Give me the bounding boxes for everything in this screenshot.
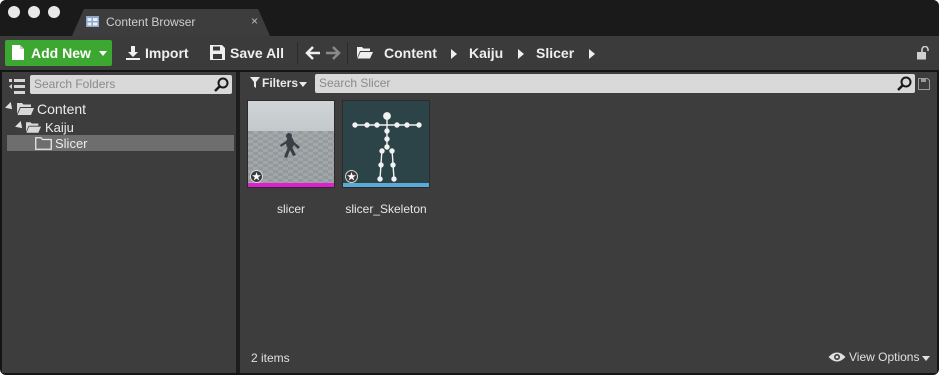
tree-item-slicer[interactable]: Slicer [35,136,135,152]
save-all-label: Save All [230,45,284,61]
save-search-icon[interactable] [918,78,930,90]
tab-label: Content Browser [106,15,196,29]
breadcrumb-item-slicer[interactable]: Slicer [536,45,574,61]
eye-icon [828,352,846,362]
folder-open-icon [357,47,373,59]
expand-arrow-icon[interactable] [15,121,25,131]
filter-icon [250,77,260,88]
search-icon [897,76,912,91]
close-window-button[interactable] [8,6,20,18]
tab-close-icon[interactable]: × [251,14,258,28]
breadcrumb-separator-icon[interactable] [518,49,524,59]
sources-list-icon[interactable] [9,79,25,94]
sources-panel: Search Folders Content Kaiju Slicer [2,72,236,373]
title-bar: Content Browser × [0,0,939,36]
toolbar-divider [347,42,348,64]
folder-open-icon [26,122,41,133]
toolbar: Add New Import Save All Content Kaiju Sl… [0,36,939,70]
breadcrumb-item-kaiju[interactable]: Kaiju [469,45,503,61]
content-browser-window: Content Browser × Add New Import Save Al… [0,0,939,375]
tree-label: Slicer [55,136,88,151]
filters-button[interactable]: Filters [250,76,308,90]
add-new-button[interactable]: Add New [5,40,112,66]
asset-thumbnail [247,100,335,188]
asset-type-badge-icon [250,170,263,183]
asset-type-color-bar [343,183,429,187]
view-options-label: View Options [849,350,920,364]
toolbar-divider [297,42,298,64]
search-assets-input[interactable]: Search Slicer [315,74,915,93]
save-icon [210,45,225,60]
asset-thumbnail [342,100,430,188]
items-count: 2 items [251,351,290,365]
filters-label: Filters [262,76,299,90]
back-arrow-icon[interactable] [305,45,321,61]
import-icon [126,46,140,60]
asset-name: slicer_Skeleton [345,202,427,216]
tree-label: Kaiju [45,120,74,135]
tree-item-content[interactable]: Content [5,101,126,117]
tree-item-kaiju[interactable]: Kaiju [15,120,116,136]
save-all-button[interactable]: Save All [210,45,288,63]
chevron-down-icon [299,82,307,87]
unlock-icon[interactable] [916,46,930,60]
asset-view-panel: Filters Search Slicer slicer slicer_Skel… [240,72,937,373]
chevron-down-icon [99,51,107,56]
forward-arrow-icon[interactable] [325,45,341,61]
new-document-icon [12,45,24,60]
add-new-label: Add New [31,45,91,61]
breadcrumb-separator-icon[interactable] [451,49,457,59]
import-button[interactable]: Import [125,45,191,63]
import-label: Import [145,45,189,61]
view-options-button[interactable]: View Options [828,350,932,364]
zoom-window-button[interactable] [48,6,60,18]
search-folders-input[interactable]: Search Folders [30,75,232,94]
search-icon [214,77,229,92]
chevron-down-icon [922,356,930,361]
minimize-window-button[interactable] [28,6,40,18]
breadcrumb-separator-icon[interactable] [589,49,595,59]
asset-type-badge-icon [345,170,358,183]
expand-arrow-icon[interactable] [5,102,15,112]
folder-icon [35,137,52,150]
content-browser-icon [86,16,99,27]
breadcrumb-item-content[interactable]: Content [384,45,437,61]
asset-type-color-bar [248,183,334,187]
search-assets-placeholder: Search Slicer [319,76,391,90]
search-folders-placeholder: Search Folders [34,77,116,91]
folder-open-icon [17,103,34,115]
tab-content-browser[interactable]: Content Browser × [72,9,270,36]
tree-label: Content [37,101,87,117]
